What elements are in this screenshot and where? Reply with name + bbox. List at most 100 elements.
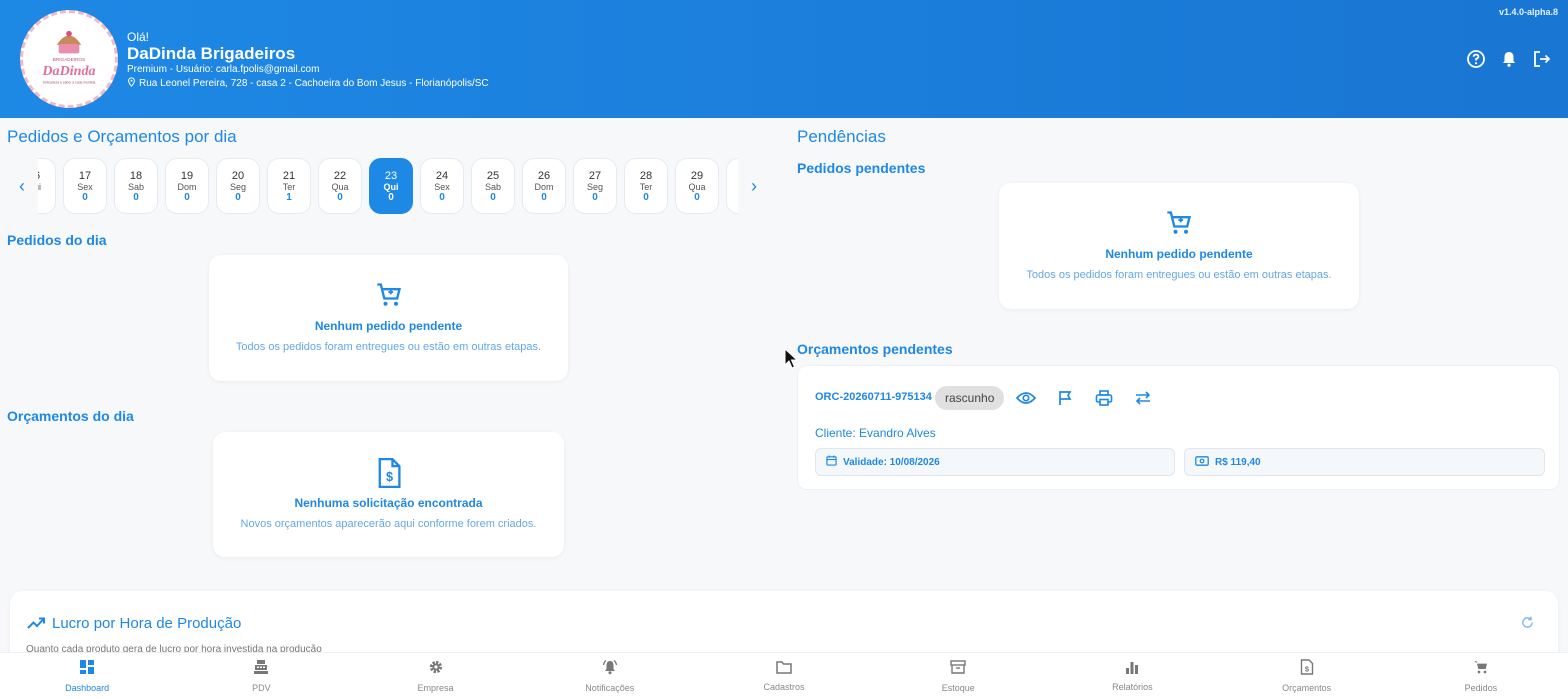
- pending-orders-empty-card: Nenhum pedido pendente Todos os pedidos …: [999, 183, 1359, 309]
- address-text: Rua Leonel Pereira, 728 - casa 2 - Cacho…: [139, 78, 489, 89]
- nav-item-label: Notificações: [585, 683, 635, 693]
- day-card[interactable]: 18 Sab 0: [114, 158, 158, 214]
- business-logo: BRIGADEIROS DaDinda Delicadeza e sabor a…: [20, 10, 118, 108]
- cart-icon: [209, 281, 568, 311]
- quotes-day-empty-card: $ Nenhuma solicitação encontrada Novos o…: [213, 432, 564, 557]
- amount-text: R$ 119,40: [1215, 456, 1261, 468]
- day-card[interactable]: 26 Dom 0: [522, 158, 566, 214]
- next-days-chevron-icon[interactable]: ›: [745, 176, 763, 197]
- day-card[interactable]: 25 Sab 0: [471, 158, 515, 214]
- day-number: 16: [38, 170, 40, 182]
- nav-item-folder[interactable]: Cadastros: [697, 653, 871, 699]
- day-card[interactable]: 30Qui0: [726, 158, 738, 214]
- day-weekday: Ter: [639, 181, 653, 192]
- day-card[interactable]: 19 Dom 0: [165, 158, 209, 214]
- day-number: 24: [435, 169, 449, 182]
- svg-text:Delicadeza e sabor a cada mord: Delicadeza e sabor a cada mordida: [43, 80, 96, 84]
- mouse-cursor-icon: [784, 348, 798, 369]
- logout-icon[interactable]: [1531, 48, 1553, 70]
- day-card[interactable]: 29 Qua 0: [675, 158, 719, 214]
- nav-item-bar-chart[interactable]: Relatórios: [1045, 653, 1219, 699]
- day-card[interactable]: 22 Qua 0: [318, 158, 362, 214]
- nav-item-label: Orçamentos: [1282, 683, 1332, 693]
- cash-register-icon: [253, 659, 269, 680]
- nav-item-label: PDV: [252, 683, 271, 693]
- day-card[interactable]: 17 Sex 0: [63, 158, 107, 214]
- greeting-text: Olá!: [127, 30, 150, 44]
- pending-section-title: Pendências: [797, 127, 886, 146]
- svg-text:BRIGADEIROS: BRIGADEIROS: [53, 57, 86, 62]
- day-count: 0: [184, 191, 190, 203]
- bottom-navigation: Dashboard PDV Empresa Notificações Cadastros…: [0, 652, 1568, 699]
- folder-icon: [776, 660, 792, 679]
- day-card[interactable]: 23 Qui 0: [369, 158, 413, 214]
- cart-icon: [999, 209, 1359, 239]
- day-weekday: Qua: [331, 181, 349, 192]
- view-eye-icon[interactable]: [1015, 387, 1037, 409]
- plan-user-line: Premium - Usuário: carla.fpolis@gmail.co…: [127, 64, 320, 75]
- nav-item-archive[interactable]: Estoque: [871, 653, 1045, 699]
- convert-swap-icon[interactable]: [1132, 387, 1154, 409]
- nav-item-label: Relatórios: [1112, 682, 1153, 692]
- nav-item-label: Cadastros: [763, 682, 805, 692]
- day-card[interactable]: 27 Seg 0: [573, 158, 617, 214]
- day-card[interactable]: 21 Ter 1: [267, 158, 311, 214]
- amount-chip: R$ 119,40: [1184, 448, 1545, 476]
- nav-item-gear[interactable]: Empresa: [348, 653, 522, 699]
- day-card[interactable]: 24 Sex 0: [420, 158, 464, 214]
- day-card[interactable]: 16Qui0: [38, 158, 56, 214]
- day-weekday: Sab: [484, 181, 501, 192]
- dashboard-icon: [79, 659, 95, 680]
- day-number: 29: [690, 169, 704, 182]
- days-strip: 16Qui017Sex018Sab019Dom020Seg021Ter122Qu…: [38, 158, 738, 216]
- pending-quote-card[interactable]: ORC-20260711-975134 rascunho Cliente: Ev…: [797, 365, 1560, 490]
- day-number: 17: [78, 169, 92, 182]
- day-count: 0: [337, 191, 343, 203]
- validity-chip: Validade: 10/08/2026: [815, 448, 1175, 476]
- day-card[interactable]: 20 Seg 0: [216, 158, 260, 214]
- help-icon[interactable]: [1465, 48, 1487, 70]
- nav-item-label: Dashboard: [65, 683, 110, 693]
- day-number: 22: [333, 169, 347, 182]
- nav-item-cash-register[interactable]: PDV: [174, 653, 348, 699]
- flag-icon[interactable]: [1054, 387, 1076, 409]
- validity-text: Validade: 10/08/2026: [843, 456, 940, 468]
- nav-item-dashboard[interactable]: Dashboard: [0, 653, 174, 699]
- quote-document-icon: $: [213, 458, 564, 488]
- pending-orders-empty-text: Todos os pedidos foram entregues ou estã…: [1026, 269, 1332, 281]
- svg-text:DaDinda: DaDinda: [41, 63, 95, 79]
- refresh-icon[interactable]: [1521, 616, 1534, 634]
- profit-per-hour-card: Lucro por Hora de Produção Quanto cada p…: [10, 591, 1558, 661]
- quote-client: Cliente: Evandro Alves: [815, 426, 936, 440]
- day-weekday: Sab: [127, 181, 144, 192]
- notifications-icon: [601, 659, 619, 680]
- day-count: 0: [541, 191, 547, 203]
- day-count: 0: [643, 191, 649, 203]
- day-card[interactable]: 28 Ter 0: [624, 158, 668, 214]
- day-count: 0: [439, 191, 445, 203]
- nav-item-label: Empresa: [417, 683, 454, 693]
- pending-orders-title: Pedidos pendentes: [797, 160, 926, 176]
- nav-item-notifications[interactable]: Notificações: [523, 653, 697, 699]
- bell-icon[interactable]: [1498, 48, 1520, 70]
- print-icon[interactable]: [1093, 387, 1115, 409]
- archive-icon: [950, 659, 966, 680]
- calendar-section-title: Pedidos e Orçamentos por dia: [7, 127, 237, 146]
- day-number: 23: [384, 169, 398, 182]
- orders-day-empty-title: Nenhum pedido pendente: [314, 319, 463, 333]
- svg-text:$: $: [386, 470, 393, 484]
- nav-item-quote-document[interactable]: $ Orçamentos: [1220, 653, 1394, 699]
- bar-chart-icon: [1125, 660, 1139, 679]
- day-number: 28: [639, 169, 653, 182]
- quotes-day-empty-title: Nenhuma solicitação encontrada: [294, 496, 483, 510]
- prev-days-chevron-icon[interactable]: ‹: [13, 176, 31, 197]
- day-number: 18: [129, 169, 143, 182]
- location-pin-icon: [127, 77, 136, 90]
- orders-day-empty-card: Nenhum pedido pendente Todos os pedidos …: [209, 255, 568, 381]
- day-weekday: Seg: [586, 181, 603, 192]
- day-count: 0: [133, 191, 139, 203]
- nav-item-cart[interactable]: Pedidos: [1394, 653, 1568, 699]
- day-count: 0: [490, 191, 496, 203]
- day-weekday: Qua: [688, 181, 706, 192]
- app-header: BRIGADEIROS DaDinda Delicadeza e sabor a…: [0, 0, 1568, 118]
